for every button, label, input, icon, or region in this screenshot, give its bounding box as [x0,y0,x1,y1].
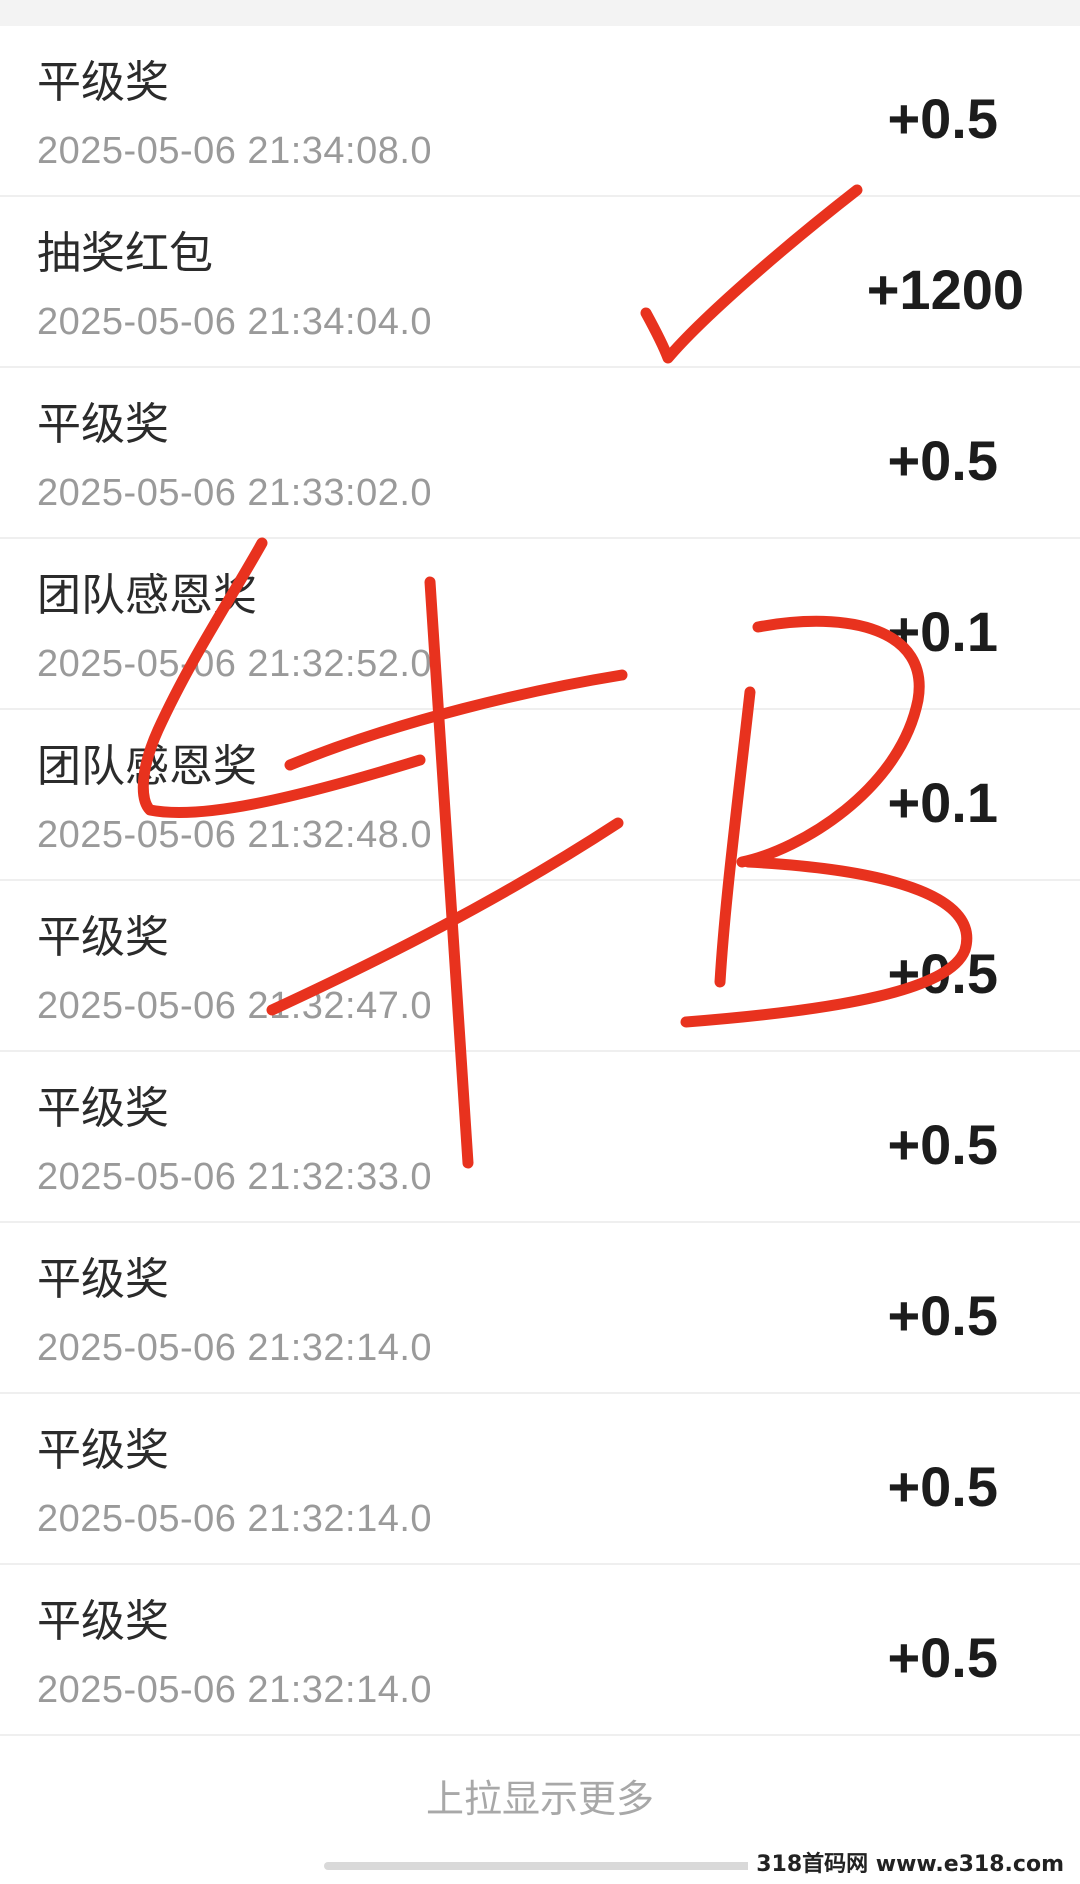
list-item[interactable]: 团队感恩奖 2025-05-06 21:32:52.0 +0.1 [0,539,1080,710]
record-amount: +0.5 [887,1626,998,1689]
home-indicator[interactable] [324,1862,754,1870]
watermark-label: 318首码网 www.e318.com [748,1844,1072,1880]
record-time: 2025-05-06 21:32:14.0 [37,1498,433,1540]
record-time: 2025-05-06 21:32:48.0 [37,814,433,856]
list-item[interactable]: 平级奖 2025-05-06 21:34:08.0 +0.5 [0,26,1080,197]
record-time: 2025-05-06 21:34:08.0 [37,130,433,172]
record-amount: +0.5 [887,1113,998,1176]
record-title: 团队感恩奖 [37,570,257,621]
record-time: 2025-05-06 21:34:04.0 [37,301,433,343]
record-title: 抽奖红包 [37,228,213,279]
list-item[interactable]: 平级奖 2025-05-06 21:32:33.0 +0.5 [0,1052,1080,1223]
list-item[interactable]: 抽奖红包 2025-05-06 21:34:04.0 +1200 [0,197,1080,368]
load-more-hint[interactable]: 上拉显示更多 [0,1768,1080,1823]
record-title: 平级奖 [37,912,169,963]
list-item[interactable]: 平级奖 2025-05-06 21:32:14.0 +0.5 [0,1223,1080,1394]
record-title: 团队感恩奖 [37,741,257,792]
record-amount: +0.1 [887,600,998,663]
record-title: 平级奖 [37,57,169,108]
record-title: 平级奖 [37,399,169,450]
record-title: 平级奖 [37,1425,169,1476]
record-amount: +0.5 [887,87,998,150]
record-amount: +0.5 [887,942,998,1005]
record-amount: +0.5 [887,1455,998,1518]
record-title: 平级奖 [37,1083,169,1134]
record-time: 2025-05-06 21:32:14.0 [37,1327,433,1369]
record-title: 平级奖 [37,1596,169,1647]
list-item[interactable]: 平级奖 2025-05-06 21:32:14.0 +0.5 [0,1394,1080,1565]
record-time: 2025-05-06 21:32:52.0 [37,643,433,685]
list-item[interactable]: 平级奖 2025-05-06 21:33:02.0 +0.5 [0,368,1080,539]
list-item[interactable]: 团队感恩奖 2025-05-06 21:32:48.0 +0.1 [0,710,1080,881]
record-amount: +0.5 [887,429,998,492]
record-amount: +0.5 [887,1284,998,1347]
reward-record-list: 平级奖 2025-05-06 21:34:08.0 +0.5 抽奖红包 2025… [0,26,1080,1736]
record-amount: +1200 [866,258,1024,321]
record-time: 2025-05-06 21:32:33.0 [37,1156,433,1198]
record-amount: +0.1 [887,771,998,834]
list-item[interactable]: 平级奖 2025-05-06 21:32:47.0 +0.5 [0,881,1080,1052]
record-time: 2025-05-06 21:32:14.0 [37,1669,433,1711]
top-strip [0,0,1080,26]
record-title: 平级奖 [37,1254,169,1305]
list-item[interactable]: 平级奖 2025-05-06 21:32:14.0 +0.5 [0,1565,1080,1736]
record-time: 2025-05-06 21:32:47.0 [37,985,433,1027]
record-time: 2025-05-06 21:33:02.0 [37,472,433,514]
